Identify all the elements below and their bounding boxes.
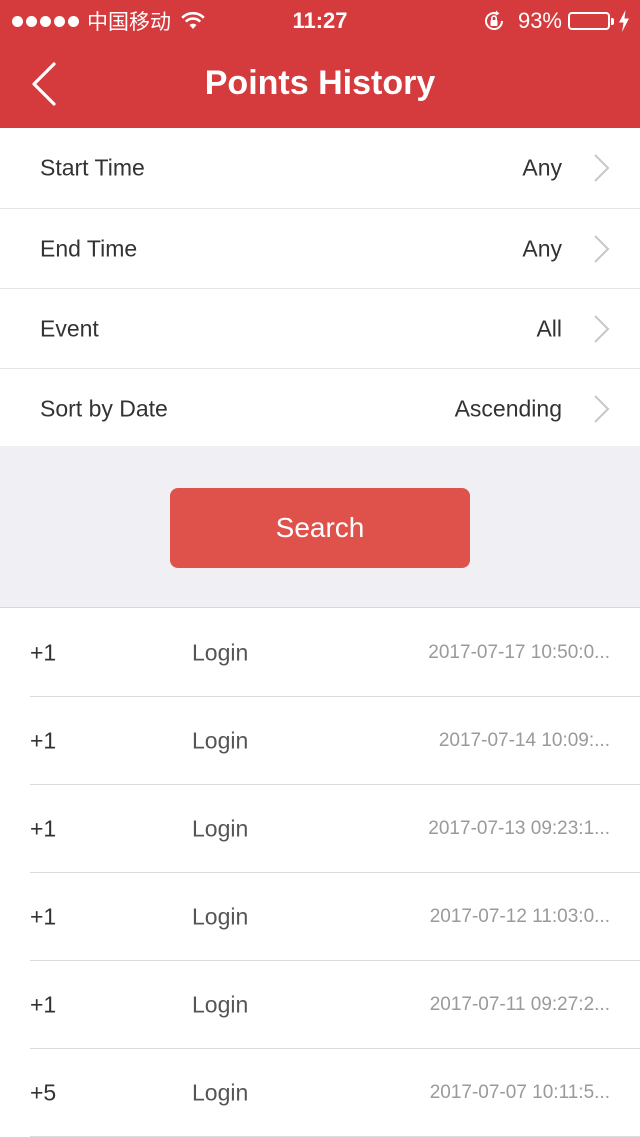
history-date: 2017-07-14 10:09:... — [438, 729, 610, 751]
lock-rotation-icon — [482, 9, 506, 33]
chevron-right-icon — [592, 234, 610, 264]
history-row: +1 Login 2017-07-12 11:03:0... — [30, 873, 640, 961]
history-row: +1 Login 2017-07-11 09:27:2... — [30, 961, 640, 1049]
chevron-right-icon — [592, 394, 610, 424]
history-points: +1 — [30, 903, 57, 929]
history-date: 2017-07-17 10:50:0... — [428, 641, 610, 663]
history-points: +1 — [30, 991, 57, 1017]
status-bar: 中国移动 11:27 93% — [0, 0, 640, 40]
filter-label: Sort by Date — [40, 395, 168, 421]
page-title: Points History — [204, 64, 436, 102]
history-event: Login — [192, 903, 249, 929]
filter-value: Any — [522, 235, 562, 261]
points-history-list: +1 Login 2017-07-17 10:50:0... +1 Login … — [0, 609, 640, 1137]
filter-value: Ascending — [454, 395, 562, 421]
filter-value: Any — [522, 154, 562, 181]
history-date: 2017-07-13 09:23:1... — [428, 817, 610, 839]
filter-value: All — [536, 315, 562, 341]
battery-icon — [568, 12, 614, 30]
history-event: Login — [192, 727, 249, 753]
history-date: 2017-07-12 11:03:0... — [429, 905, 610, 927]
history-row: +1 Login 2017-07-13 09:23:1... — [30, 785, 640, 873]
history-points: +1 — [30, 727, 57, 753]
filter-label: Start Time — [40, 154, 145, 181]
chevron-right-icon — [592, 314, 610, 344]
filter-label: Event — [40, 315, 99, 341]
charging-icon — [618, 10, 630, 32]
history-event: Login — [192, 815, 249, 841]
filter-list: Start Time Any End Time Any Event All So… — [0, 128, 640, 448]
nav-bar: Points History — [0, 40, 640, 128]
history-event: Login — [192, 991, 249, 1017]
search-area: Search — [0, 446, 640, 608]
history-points: +1 — [30, 815, 57, 841]
chevron-right-icon — [592, 153, 610, 183]
filter-label: End Time — [40, 235, 138, 261]
history-row: +1 Login 2017-07-17 10:50:0... — [30, 609, 640, 697]
history-points: +5 — [30, 1079, 57, 1105]
history-row: +1 Login 2017-07-14 10:09:... — [30, 697, 640, 785]
history-date: 2017-07-11 09:27:2... — [429, 993, 610, 1015]
header: 中国移动 11:27 93% Points History — [0, 0, 640, 128]
status-right: 93% — [482, 8, 630, 34]
search-button[interactable]: Search — [170, 488, 470, 568]
filter-start-time[interactable]: Start Time Any — [0, 128, 640, 208]
history-event: Login — [192, 1079, 249, 1105]
battery-percent: 93% — [517, 8, 562, 33]
filter-sort-by-date[interactable]: Sort by Date Ascending — [0, 368, 640, 448]
filter-event[interactable]: Event All — [0, 288, 640, 368]
history-event: Login — [192, 639, 249, 665]
filter-end-time[interactable]: End Time Any — [0, 208, 640, 288]
history-date: 2017-07-07 10:11:5... — [429, 1081, 610, 1103]
history-row: +5 Login 2017-07-07 10:11:5... — [30, 1049, 640, 1137]
history-points: +1 — [30, 639, 57, 665]
